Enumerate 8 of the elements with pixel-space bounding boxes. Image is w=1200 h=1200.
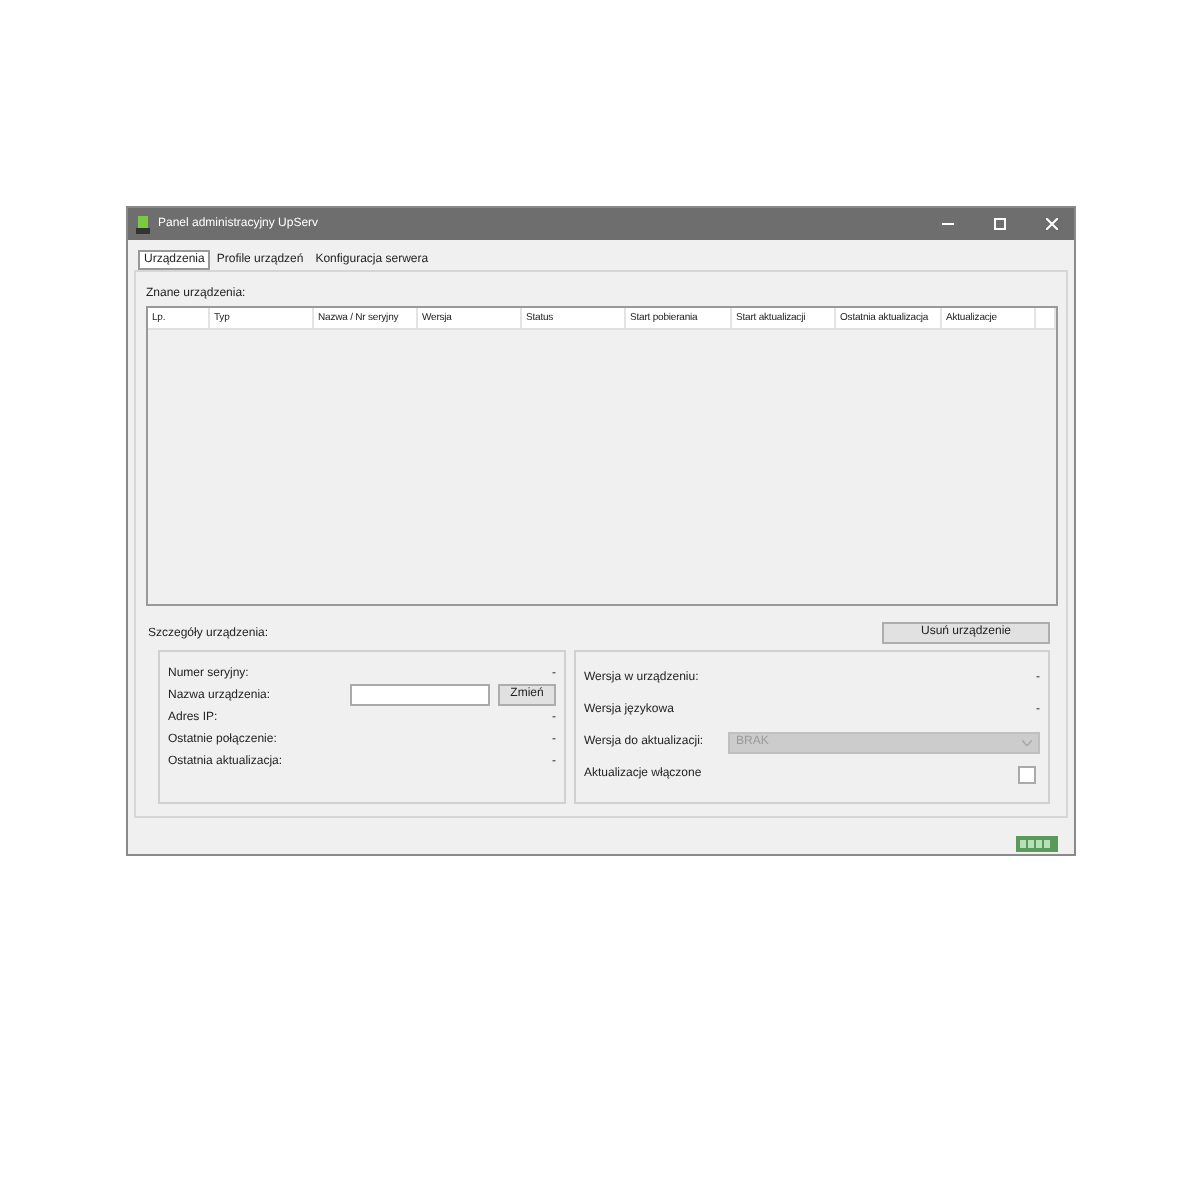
maximize-icon[interactable] [994,218,1006,230]
app-icon [136,215,150,233]
status-indicator-icon [1016,836,1058,852]
close-icon[interactable] [1046,218,1058,230]
caret-icon [1022,739,1032,745]
checkbox[interactable] [1018,765,1036,783]
minimize-icon[interactable] [942,218,954,230]
input-field[interactable] [350,684,490,706]
